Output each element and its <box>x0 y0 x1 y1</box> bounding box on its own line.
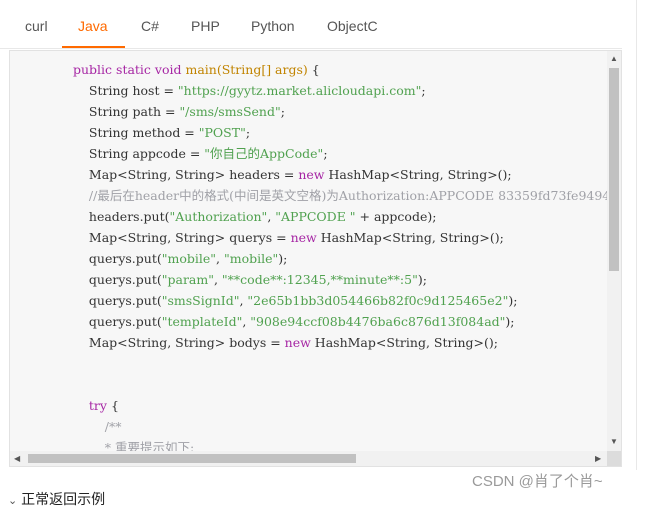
code-line: querys.put("param", "**code**:12345,**mi… <box>73 269 427 290</box>
tab-objectc[interactable]: ObjectC <box>327 0 378 48</box>
code-line: Map<String, String> querys = new HashMap… <box>73 227 504 248</box>
response-example-section[interactable]: ⌄ 正常返回示例 <box>8 489 105 509</box>
code-token: public static void <box>73 62 186 77</box>
code-token: ; <box>323 146 328 161</box>
code-token: HashMap<String, String>(); <box>324 167 512 182</box>
code-line: String path = "/sms/smsSend"; <box>73 101 285 122</box>
code-token: ; <box>280 104 285 119</box>
code-token: "mobile" <box>223 251 279 266</box>
code-token: Map<String, String> bodys = <box>73 335 285 350</box>
code-token: new <box>284 335 311 350</box>
code-token: String host = <box>73 83 178 98</box>
code-token: , <box>213 272 222 287</box>
code-line: String method = "POST"; <box>73 122 250 143</box>
tab-curl[interactable]: curl <box>25 0 48 48</box>
code-token: "**code**:12345,**minute**:5" <box>221 272 418 287</box>
language-tabs: curl Java C# PHP Python ObjectC <box>0 0 630 49</box>
code-token: ); <box>505 314 515 329</box>
code-token: querys.put( <box>73 293 162 308</box>
code-line: querys.put("templateId", "908e94ccf08b44… <box>73 311 515 332</box>
code-token: ); <box>417 272 427 287</box>
tab-php[interactable]: PHP <box>191 0 220 48</box>
csdn-watermark: CSDN @肖了个肖~ <box>472 473 603 490</box>
code-token: ; <box>421 83 426 98</box>
horizontal-scrollbar[interactable]: ◀ ▶ <box>10 451 607 466</box>
vertical-scrollbar[interactable]: ▲ ▼ <box>607 51 621 451</box>
code-token: "你自己的AppCode" <box>204 146 324 161</box>
code-token: querys.put( <box>73 314 162 329</box>
code-line: String host = "https://gyytz.market.alic… <box>73 80 426 101</box>
code-token: //最后在header中的格式(中间是英文空格)为Authorization:A… <box>88 188 607 203</box>
code-token: , <box>216 251 224 266</box>
code-token: new <box>298 167 325 182</box>
code-token: "POST" <box>198 125 246 140</box>
scrollbar-corner <box>607 451 621 466</box>
code-line: * 重要提示如下: <box>73 437 194 451</box>
code-token: headers.put( <box>73 209 170 224</box>
code-token: { <box>307 62 320 77</box>
code-token: String appcode = <box>73 146 205 161</box>
code-token: String path = <box>73 104 180 119</box>
code-line: querys.put("smsSignId", "2e65b1bb3d05446… <box>73 290 518 311</box>
code-token: HashMap<String, String>(); <box>316 230 504 245</box>
code-token: * 重要提示如下: <box>73 440 195 451</box>
code-token: HashMap<String, String>(); <box>310 335 498 350</box>
code-token: Map<String, String> querys = <box>73 230 291 245</box>
horizontal-scroll-thumb[interactable] <box>28 454 356 463</box>
response-example-title: 正常返回示例 <box>21 491 106 507</box>
code-token: ; <box>245 125 251 140</box>
collapse-arrow-icon[interactable]: ⌄ <box>8 495 17 507</box>
code-line: headers.put("Authorization", "APPCODE " … <box>73 206 437 227</box>
code-sample-panel: public static void main(String[] args) {… <box>9 50 622 467</box>
code-token: "https://gyytz.market.alicloudapi.com" <box>177 83 422 98</box>
code-line: try { <box>73 395 119 416</box>
code-token: String method = <box>73 125 199 140</box>
code-token: "APPCODE " <box>275 209 356 224</box>
code-token: "smsSignId" <box>161 293 240 308</box>
code-token: querys.put( <box>73 272 162 287</box>
code-line: //最后在header中的格式(中间是英文空格)为Authorization:A… <box>73 185 607 206</box>
vertical-scroll-thumb[interactable] <box>609 68 619 271</box>
code-token: "Authorization" <box>169 209 268 224</box>
code-token: ); <box>278 251 288 266</box>
code-line: String appcode = "你自己的AppCode"; <box>73 143 328 164</box>
scroll-up-arrow-icon[interactable]: ▲ <box>610 54 618 64</box>
code-token: + appcode); <box>355 209 437 224</box>
code-token: querys.put( <box>73 251 162 266</box>
code-token: "param" <box>161 272 214 287</box>
code-line: querys.put("mobile", "mobile"); <box>73 248 287 269</box>
code-token: Map<String, String> headers = <box>73 167 299 182</box>
tab-java[interactable]: Java <box>78 0 108 48</box>
code-token: { <box>106 398 119 413</box>
code-token: "/sms/smsSend" <box>179 104 281 119</box>
code-line: Map<String, String> headers = new HashMa… <box>73 164 512 185</box>
scroll-left-arrow-icon[interactable]: ◀ <box>14 454 20 464</box>
code-line: Map<String, String> bodys = new HashMap<… <box>73 332 498 353</box>
code-token: /** <box>73 419 122 434</box>
tab-python[interactable]: Python <box>251 0 295 48</box>
code-token: new <box>290 230 317 245</box>
code-token: ); <box>508 293 518 308</box>
code-token: main(String[] args) <box>185 62 308 77</box>
panel-right-border <box>636 0 637 470</box>
code-token: "mobile" <box>161 251 217 266</box>
code-token: "908e94ccf08b4476ba6c876d13f084ad" <box>250 314 506 329</box>
code-token: "templateId" <box>161 314 243 329</box>
code-viewport[interactable]: public static void main(String[] args) {… <box>10 51 607 451</box>
code-line: public static void main(String[] args) { <box>73 59 320 80</box>
tabs-divider <box>0 48 622 49</box>
scroll-right-arrow-icon[interactable]: ▶ <box>595 454 601 464</box>
scroll-down-arrow-icon[interactable]: ▼ <box>610 437 618 447</box>
code-token: "2e65b1bb3d054466b82f0c9d125465e2" <box>247 293 509 308</box>
code-line: /** <box>73 416 122 437</box>
code-token: try <box>88 398 107 413</box>
tab-csharp[interactable]: C# <box>141 0 159 48</box>
